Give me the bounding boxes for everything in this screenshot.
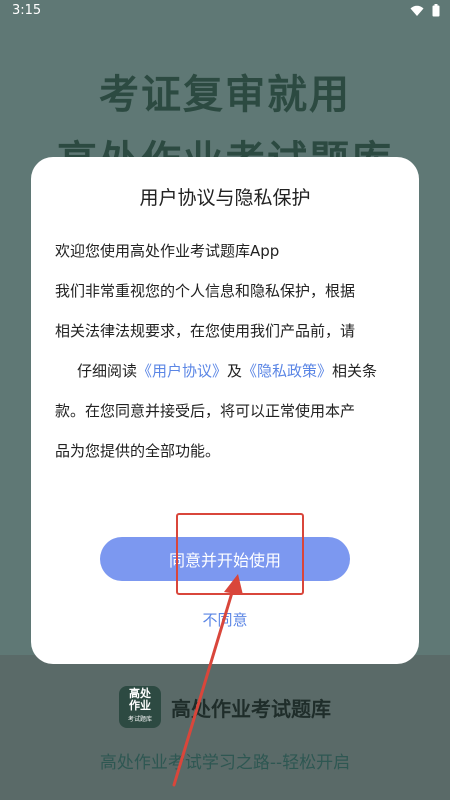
annotation-arrow-icon <box>172 574 243 787</box>
